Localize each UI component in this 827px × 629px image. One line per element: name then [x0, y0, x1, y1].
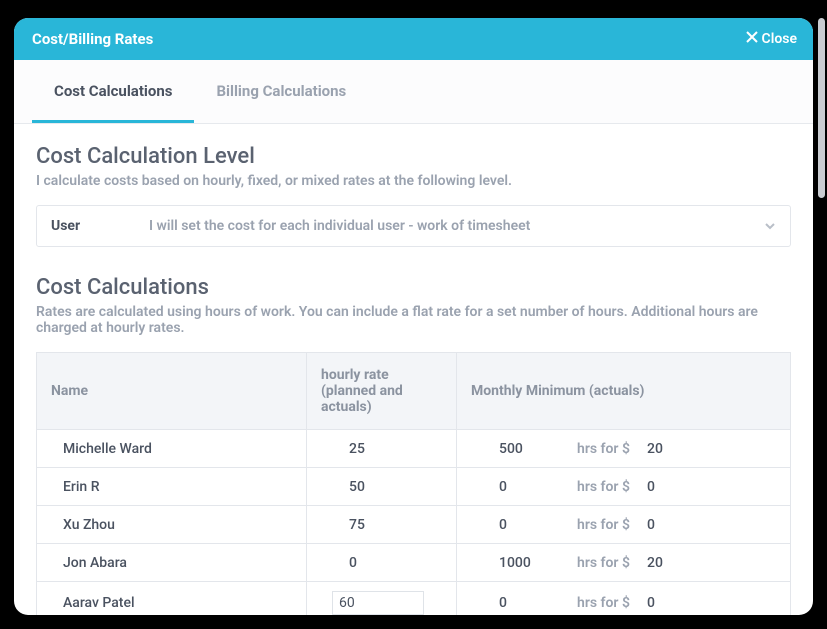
close-label: Close	[762, 31, 797, 47]
min-hours-value[interactable]: 0	[483, 595, 571, 611]
min-amount-value[interactable]: 20	[647, 555, 663, 571]
cell-monthly-minimum: 0 hrs for $ 0	[457, 506, 791, 544]
hrs-for-label: hrs for $	[577, 441, 641, 457]
col-header-name: Name	[37, 353, 307, 430]
table-row: Xu Zhou 75 0 hrs for $ 0	[37, 506, 791, 544]
tab-label: Billing Calculations	[216, 82, 346, 100]
level-desc: I calculate costs based on hourly, fixed…	[36, 173, 791, 189]
min-amount-value[interactable]: 20	[647, 441, 663, 457]
hourly-rate-value[interactable]: 50	[333, 479, 365, 495]
tab-billing-calculations[interactable]: Billing Calculations	[194, 60, 368, 123]
modal-content: Cost Calculation Level I calculate costs…	[14, 124, 813, 615]
table-row: Aarav Patel 0 hrs for $ 0	[37, 582, 791, 616]
cell-name: Xu Zhou	[37, 506, 307, 544]
close-icon	[746, 31, 758, 47]
tab-label: Cost Calculations	[54, 82, 172, 100]
min-amount-value[interactable]: 0	[647, 479, 655, 495]
hrs-for-label: hrs for $	[577, 555, 641, 571]
rates-tbody: Michelle Ward25500hrs for $20Erin R500hr…	[37, 430, 791, 616]
min-hours-value[interactable]: 500	[483, 441, 571, 457]
hrs-for-label: hrs for $	[577, 479, 641, 495]
level-title: Cost Calculation Level	[36, 144, 791, 169]
level-select-description: I will set the cost for each individual …	[149, 218, 764, 234]
hourly-rate-value[interactable]: 0	[333, 555, 357, 571]
cell-hourly-rate: 75	[307, 506, 457, 544]
tabs: Cost Calculations Billing Calculations	[14, 60, 813, 124]
hourly-rate-value[interactable]: 25	[333, 441, 365, 457]
cell-hourly-rate	[307, 582, 457, 616]
cost-billing-modal: Cost/Billing Rates Close Cost Calculatio…	[14, 18, 813, 615]
hourly-rate-value[interactable]: 75	[333, 517, 365, 533]
cell-monthly-minimum: 0 hrs for $ 0	[457, 582, 791, 616]
table-row: Jon Abara 0 1000 hrs for $ 20	[37, 544, 791, 582]
table-row: Michelle Ward 25 500 hrs for $ 20	[37, 430, 791, 468]
cell-monthly-minimum: 500 hrs for $ 20	[457, 430, 791, 468]
scrollbar-thumb[interactable]	[818, 18, 825, 198]
min-amount-value[interactable]: 0	[647, 517, 655, 533]
cell-hourly-rate: 25	[307, 430, 457, 468]
col-header-rate: hourly rate (planned and actuals)	[307, 353, 457, 430]
min-hours-value[interactable]: 1000	[483, 555, 571, 571]
modal-title: Cost/Billing Rates	[32, 30, 153, 48]
col-header-min: Monthly Minimum (actuals)	[457, 353, 791, 430]
cell-monthly-minimum: 1000 hrs for $ 20	[457, 544, 791, 582]
hrs-for-label: hrs for $	[577, 517, 641, 533]
chevron-down-icon	[764, 217, 776, 236]
tab-cost-calculations[interactable]: Cost Calculations	[32, 60, 194, 123]
scrollbar[interactable]	[817, 18, 825, 615]
hrs-for-label: hrs for $	[577, 595, 641, 611]
calc-title: Cost Calculations	[36, 275, 791, 300]
hourly-rate-input[interactable]	[333, 592, 423, 614]
min-hours-value[interactable]: 0	[483, 517, 571, 533]
modal-header: Cost/Billing Rates Close	[14, 18, 813, 60]
level-select-value: User	[51, 218, 149, 234]
level-select[interactable]: User I will set the cost for each indivi…	[36, 205, 791, 247]
cell-name: Jon Abara	[37, 544, 307, 582]
cell-hourly-rate: 0	[307, 544, 457, 582]
table-row: Erin R 50 0 hrs for $ 0	[37, 468, 791, 506]
cell-name: Michelle Ward	[37, 430, 307, 468]
min-hours-value[interactable]: 0	[483, 479, 571, 495]
min-amount-value[interactable]: 0	[647, 595, 655, 611]
cell-name: Aarav Patel	[37, 582, 307, 616]
cell-name: Erin R	[37, 468, 307, 506]
rates-table: Name hourly rate (planned and actuals) M…	[36, 352, 791, 615]
cell-hourly-rate: 50	[307, 468, 457, 506]
close-button[interactable]: Close	[746, 31, 797, 47]
cell-monthly-minimum: 0 hrs for $ 0	[457, 468, 791, 506]
calc-desc: Rates are calculated using hours of work…	[36, 304, 791, 336]
